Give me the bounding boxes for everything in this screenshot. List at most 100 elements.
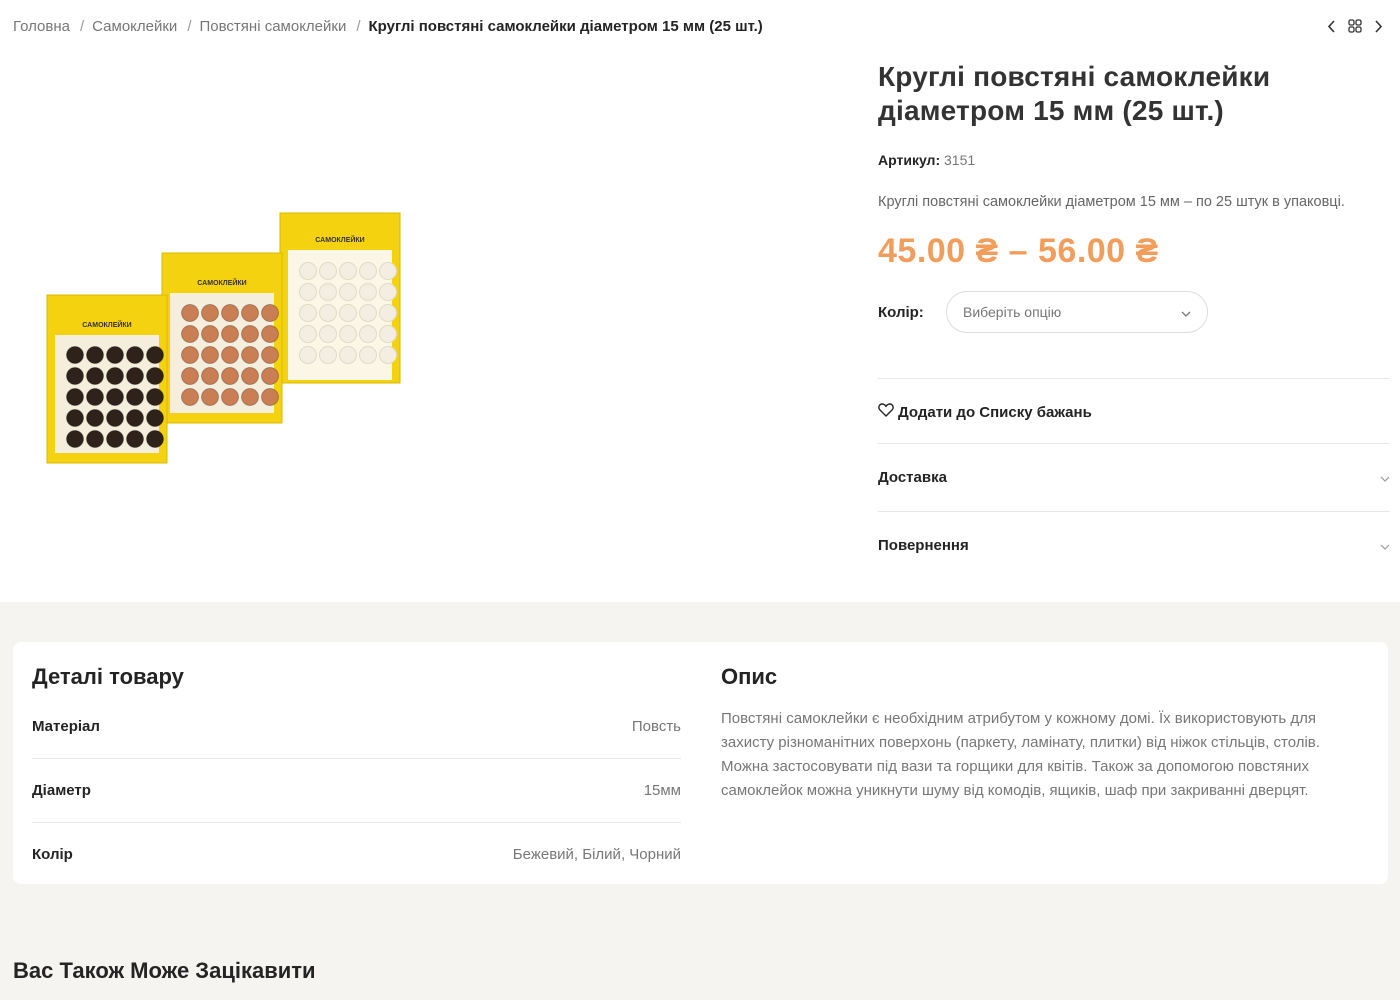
felt-pad-dot	[181, 388, 199, 406]
product-summary: Круглі повстяні самоклейки діаметром 15 …	[878, 60, 1390, 579]
felt-pad-dot	[221, 325, 239, 343]
felt-pad-dot	[339, 325, 357, 343]
felt-pad-dot	[241, 388, 259, 406]
felt-pad-dot	[146, 346, 164, 364]
felt-pad-dot	[201, 388, 219, 406]
details-row-diameter: Діаметр 15мм	[32, 758, 681, 822]
felt-pad-dot	[241, 304, 259, 322]
color-variation: Колір: Виберіть опцію	[878, 291, 1390, 333]
felt-pad-dot	[299, 346, 317, 364]
felt-pad-dot	[299, 283, 317, 301]
felt-pad-dot	[201, 367, 219, 385]
felt-pad-dot	[359, 346, 377, 364]
accordion-delivery-label: Доставка	[878, 469, 947, 486]
svg-text:САМОКЛЕЙКИ: САМОКЛЕЙКИ	[82, 320, 131, 329]
sku-value: 3151	[944, 152, 976, 168]
felt-pad-dot	[181, 367, 199, 385]
felt-pad-dot	[126, 367, 144, 385]
product-info-card: Деталі товару Матеріал Повсть Діаметр 15…	[13, 642, 1388, 884]
felt-pad-dot	[106, 388, 124, 406]
felt-pad-dot	[241, 325, 259, 343]
felt-pad-dot	[359, 325, 377, 343]
details-key: Матеріал	[32, 717, 100, 735]
felt-pad-dot	[66, 409, 84, 427]
felt-pad-dot	[379, 346, 397, 364]
felt-pad-dot	[146, 388, 164, 406]
felt-pad-dot	[86, 367, 104, 385]
color-select[interactable]: Виберіть опцію	[946, 291, 1208, 333]
felt-pad-dot	[299, 325, 317, 343]
felt-pad-dot	[319, 283, 337, 301]
details-heading: Деталі товару	[32, 664, 184, 689]
product-navigation	[1324, 18, 1386, 34]
accordion-delivery[interactable]: Доставка	[878, 443, 1390, 511]
felt-pad-dot	[261, 388, 279, 406]
felt-pad-dot	[359, 262, 377, 280]
felt-pad-dot	[146, 409, 164, 427]
felt-pad-dot	[66, 388, 84, 406]
felt-pad-dot	[221, 346, 239, 364]
felt-pad-dot	[146, 430, 164, 448]
related-products-heading: Вас Також Може Зацікавити	[13, 958, 316, 983]
product-image[interactable]: САМОКЛЕЙКИ САМОКЛЕЙКИ САМОКЛЕЙКИ	[40, 205, 410, 470]
accordion-returns[interactable]: Повернення	[878, 511, 1390, 579]
felt-pad-dot	[299, 304, 317, 322]
details-value: 15мм	[643, 782, 681, 799]
breadcrumb: Головна / Самоклейки / Повстяні самоклей…	[13, 18, 763, 35]
breadcrumb-category[interactable]: Самоклейки	[92, 18, 177, 35]
felt-pad-dot	[241, 367, 259, 385]
product-info-section: Деталі товару Матеріал Повсть Діаметр 15…	[0, 602, 1400, 1000]
felt-pad-dot	[261, 367, 279, 385]
heart-icon	[878, 403, 894, 421]
felt-pad-dot	[319, 325, 337, 343]
description-text: Повстяні самоклейки є необхідним атрибут…	[721, 710, 1320, 799]
felt-pad-dot	[106, 367, 124, 385]
felt-pad-dot	[319, 346, 337, 364]
felt-pad-dot	[66, 346, 84, 364]
felt-pad-dot	[221, 388, 239, 406]
details-row-color: Колір Бежевий, Білий, Чорний	[32, 822, 681, 886]
felt-pad-dot	[66, 367, 84, 385]
felt-pad-dot	[126, 409, 144, 427]
felt-pad-dot	[319, 262, 337, 280]
grid-icon[interactable]	[1348, 18, 1362, 34]
breadcrumb-current: Круглі повстяні самоклейки діаметром 15 …	[368, 18, 763, 35]
felt-pad-dot	[86, 346, 104, 364]
felt-pad-dot	[339, 262, 357, 280]
wishlist-button[interactable]: Додати до Списку бажань	[878, 378, 1390, 443]
felt-pad-dot	[126, 430, 144, 448]
felt-pad-dot	[106, 346, 124, 364]
felt-pad-dot	[221, 304, 239, 322]
chevron-left-icon[interactable]	[1324, 18, 1338, 34]
details-value: Повсть	[631, 717, 681, 735]
product-details: Деталі товару Матеріал Повсть Діаметр 15…	[32, 664, 681, 886]
felt-pad-dot	[379, 304, 397, 322]
accordion-returns-label: Повернення	[878, 537, 969, 554]
felt-pad-dot	[319, 304, 337, 322]
breadcrumb-separator: /	[80, 18, 85, 35]
details-row-material: Матеріал Повсть	[32, 694, 681, 758]
felt-pad-dot	[86, 409, 104, 427]
description-heading: Опис	[721, 664, 778, 689]
product-description: Опис Повстяні самоклейки є необхідним ат…	[721, 664, 1361, 803]
svg-text:САМОКЛЕЙКИ: САМОКЛЕЙКИ	[197, 278, 246, 287]
felt-pad-dot	[201, 346, 219, 364]
felt-pad-dot	[379, 262, 397, 280]
felt-pad-dot	[359, 304, 377, 322]
felt-pad-dot	[126, 388, 144, 406]
pack-beige: САМОКЛЕЙКИ	[279, 212, 401, 384]
felt-pad-dot	[106, 430, 124, 448]
chevron-down-icon	[1380, 537, 1390, 554]
felt-pad-dot	[359, 283, 377, 301]
wishlist-label: Додати до Списку бажань	[898, 403, 1092, 421]
pack-black: САМОКЛЕЙКИ	[46, 294, 168, 464]
felt-pad-dot	[181, 304, 199, 322]
breadcrumb-subcategory[interactable]: Повстяні самоклейки	[200, 18, 347, 35]
felt-pad-dot	[181, 325, 199, 343]
chevron-right-icon[interactable]	[1372, 18, 1386, 34]
felt-pad-dot	[126, 346, 144, 364]
felt-pad-dot	[339, 283, 357, 301]
chevron-down-icon	[1380, 469, 1390, 486]
details-key: Колір	[32, 846, 73, 863]
breadcrumb-home[interactable]: Головна	[13, 18, 70, 35]
